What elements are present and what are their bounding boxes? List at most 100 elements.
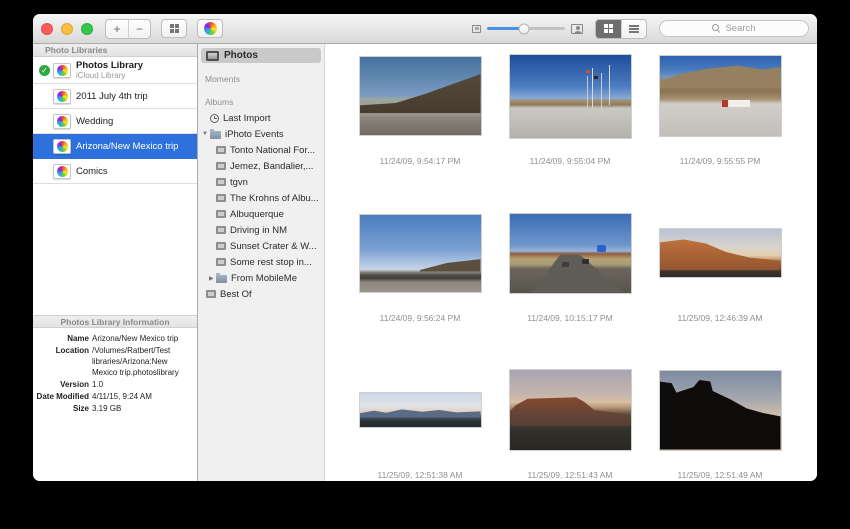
list-view-button[interactable] — [621, 20, 646, 38]
close-button[interactable] — [41, 23, 53, 35]
sidebar-item-arizona-new-mexico-trip[interactable]: Arizona/New Mexico trip — [33, 134, 197, 159]
album-label: Last Import — [223, 113, 271, 124]
view-mode-segmented-control — [595, 19, 647, 39]
info-row-version: Version 1.0 — [33, 379, 191, 390]
search-input[interactable]: Search — [659, 20, 809, 37]
sidebar-item-2011-july-4th-trip[interactable]: 2011 July 4th trip — [33, 84, 197, 109]
all-libraries-button[interactable] — [161, 19, 187, 38]
section-label-moments[interactable]: Moments — [205, 74, 324, 84]
clock-icon — [210, 114, 219, 123]
library-text: 2011 July 4th trip — [76, 91, 148, 102]
disclosure-open-icon[interactable]: ▼ — [202, 131, 208, 137]
library-name: Photos Library — [76, 60, 143, 71]
sidebar-item-comics[interactable]: Comics — [33, 159, 197, 184]
photo-thumbnail[interactable] — [659, 228, 782, 278]
album-item-albuquerque[interactable]: Albuquerque — [198, 206, 324, 222]
minimize-button[interactable] — [61, 23, 73, 35]
slider-knob[interactable] — [518, 23, 529, 34]
sidebar-spacer — [33, 184, 197, 315]
info-label: Size — [33, 403, 89, 414]
sidebar-item-photos-library[interactable]: ✓ Photos Library iCloud Library — [33, 57, 197, 84]
album-label: iPhoto Events — [225, 129, 284, 140]
add-remove-segmented-control: + − — [105, 19, 151, 39]
photo-timestamp: 11/24/09, 9:54:17 PM — [380, 156, 461, 166]
photo-thumbnail[interactable] — [359, 56, 482, 136]
info-value: 3.19 GB — [92, 403, 191, 414]
photo-thumbnail[interactable] — [509, 54, 632, 139]
active-library-check-icon: ✓ — [39, 65, 50, 76]
thumbnail-size-control — [472, 24, 583, 34]
photos-flower-icon — [204, 22, 217, 35]
album-item-sunset-crater[interactable]: Sunset Crater & W... — [198, 238, 324, 254]
photo-timestamp: 11/25/09, 12:51:49 AM — [678, 470, 763, 480]
album-item-last-import[interactable]: Last Import — [198, 110, 324, 126]
photo-zone — [359, 207, 482, 299]
photo-cell: 11/24/09, 10:15:17 PM — [495, 207, 645, 364]
photos-item-label: Photos — [224, 50, 258, 61]
info-value: Arizona/New Mexico trip — [92, 333, 191, 344]
album-label: Driving in NM — [230, 225, 287, 236]
album-item-tgvn[interactable]: tgvn — [198, 174, 324, 190]
photo-zone — [659, 364, 782, 456]
info-value: /Volumes/Ratbert/Test libraries/Arizona:… — [92, 345, 191, 378]
library-text: Wedding — [76, 116, 113, 127]
album-item-driving-in-nm[interactable]: Driving in NM — [198, 222, 324, 238]
info-label: Name — [33, 333, 89, 344]
sidebar-item-wedding[interactable]: Wedding — [33, 109, 197, 134]
album-item-some-rest-stop[interactable]: Some rest stop in... — [198, 254, 324, 270]
disclosure-closed-icon[interactable]: ▶ — [209, 275, 214, 282]
library-name: 2011 July 4th trip — [76, 91, 148, 102]
photo-timestamp: 11/25/09, 12:51:43 AM — [528, 470, 613, 480]
albums-panel-item-photos[interactable]: Photos — [201, 48, 321, 63]
library-icon — [53, 114, 71, 129]
photo-zone — [509, 207, 632, 299]
info-value: 4/11/15, 9:24 AM — [92, 391, 191, 402]
album-item-best-of[interactable]: Best Of — [198, 286, 324, 302]
grid-view-button[interactable] — [596, 20, 621, 38]
library-icon — [53, 164, 71, 179]
album-icon — [216, 226, 226, 234]
window-controls — [41, 23, 93, 35]
search-placeholder: Search — [725, 23, 755, 34]
albums-panel: Photos Moments Albums Last Import ▼ iPho… — [198, 44, 325, 481]
photos-flower-icon — [57, 141, 68, 152]
zoom-button[interactable] — [81, 23, 93, 35]
photo-thumbnail[interactable] — [659, 55, 782, 137]
photo-thumbnail[interactable] — [659, 370, 782, 451]
library-text: Arizona/New Mexico trip — [76, 141, 178, 152]
library-icon — [53, 139, 71, 154]
album-label: Some rest stop in... — [230, 257, 312, 268]
album-label: Sunset Crater & W... — [230, 241, 317, 252]
photo-timestamp: 11/25/09, 12:46:39 AM — [678, 313, 763, 323]
section-label-albums[interactable]: Albums — [205, 97, 324, 107]
thumbnail-size-slider[interactable] — [487, 27, 565, 30]
album-item-jemez-bandalier[interactable]: Jemez, Bandalier,... — [198, 158, 324, 174]
folder-icon — [210, 131, 221, 139]
photo-cell: 11/25/09, 12:51:38 AM — [345, 364, 495, 481]
info-row-name: Name Arizona/New Mexico trip — [33, 333, 191, 344]
photo-grid: 11/24/09, 9:54:17 PM 11/24/09, 9:55:04 P… — [325, 44, 817, 481]
library-text: Comics — [76, 166, 108, 177]
album-folder-iphoto-events[interactable]: ▼ iPhoto Events — [198, 126, 324, 142]
album-item-the-krohns[interactable]: The Krohns of Albu... — [198, 190, 324, 206]
add-library-button[interactable]: + — [106, 20, 128, 38]
library-info-header: Photos Library Information — [33, 315, 197, 328]
photo-thumbnail[interactable] — [359, 392, 482, 428]
album-folder-from-mobileme[interactable]: ▶ From MobileMe — [198, 270, 324, 286]
album-label: Jemez, Bandalier,... — [230, 161, 313, 172]
photo-cell: 11/25/09, 12:51:49 AM — [645, 364, 795, 481]
photo-thumbnail[interactable] — [509, 369, 632, 451]
open-in-photos-button[interactable] — [197, 19, 223, 38]
info-value: 1.0 — [92, 379, 191, 390]
large-thumbnail-icon — [571, 24, 583, 34]
remove-library-button[interactable]: − — [128, 20, 150, 38]
album-icon — [216, 178, 226, 186]
photo-thumbnail[interactable] — [359, 214, 482, 293]
album-icon — [216, 210, 226, 218]
small-thumbnail-icon — [472, 25, 481, 33]
photo-timestamp: 11/24/09, 10:15:17 PM — [527, 313, 612, 323]
library-icon — [53, 63, 71, 78]
photos-flower-icon — [57, 116, 68, 127]
photo-thumbnail[interactable] — [509, 213, 632, 294]
album-item-tonto-national-forest[interactable]: Tonto National For... — [198, 142, 324, 158]
